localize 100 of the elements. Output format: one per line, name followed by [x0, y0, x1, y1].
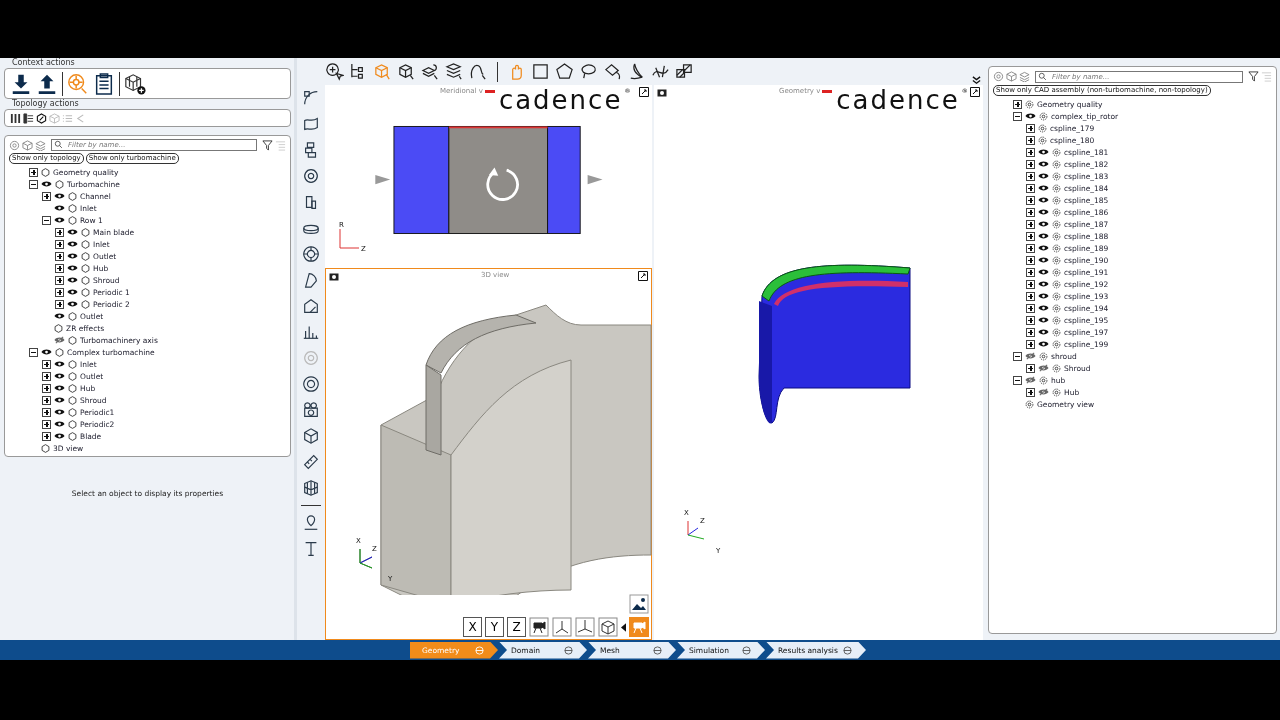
expand-toggle[interactable]	[42, 191, 51, 201]
expand-toggle[interactable]	[1013, 111, 1022, 121]
curve-icon[interactable]	[302, 89, 320, 107]
eye-icon[interactable]	[1038, 280, 1049, 288]
surface-icon[interactable]	[302, 115, 320, 133]
layers-cursor-icon[interactable]	[445, 62, 464, 81]
eye-icon[interactable]	[1038, 316, 1049, 324]
maximize-icon[interactable]	[970, 87, 980, 97]
expand-toggle[interactable]	[1026, 387, 1035, 397]
expand-toggle[interactable]	[55, 299, 64, 309]
expand-toggle[interactable]	[29, 167, 38, 177]
cube-icon[interactable]	[598, 617, 618, 637]
axis-view-button[interactable]: Y	[485, 617, 504, 637]
pentagon-select-icon[interactable]	[555, 62, 574, 81]
expand-toggle[interactable]	[42, 395, 51, 405]
expand-toggle[interactable]	[1026, 315, 1035, 325]
double-chevron-icon[interactable]	[972, 76, 981, 85]
expand-toggle[interactable]	[55, 263, 64, 273]
upload-icon[interactable]	[36, 72, 58, 95]
movie-camera-icon[interactable]	[529, 617, 549, 637]
expand-toggle[interactable]	[55, 227, 64, 237]
eye-icon[interactable]	[1038, 304, 1049, 312]
eye-icon[interactable]	[1038, 328, 1049, 336]
expand-toggle[interactable]	[1026, 207, 1035, 217]
expand-toggle[interactable]	[29, 179, 38, 189]
eye-icon[interactable]	[67, 228, 78, 236]
expand-toggle[interactable]	[1026, 279, 1035, 289]
eye-icon[interactable]	[54, 432, 65, 440]
expand-toggle[interactable]	[42, 371, 51, 381]
expand-toggle[interactable]	[1026, 147, 1035, 157]
eye-icon[interactable]	[67, 240, 78, 248]
ruler-icon[interactable]	[302, 453, 320, 471]
target-icon[interactable]	[302, 167, 320, 185]
expand-toggle[interactable]	[55, 287, 64, 297]
expand-toggle[interactable]	[1026, 327, 1035, 337]
expand-toggle[interactable]	[42, 407, 51, 417]
eye-icon[interactable]	[1038, 292, 1049, 300]
eye-icon[interactable]	[54, 204, 65, 212]
triad-icon[interactable]	[552, 617, 572, 637]
impeller-icon[interactable]	[302, 245, 320, 263]
eye-icon[interactable]	[1038, 160, 1049, 168]
expand-toggle[interactable]	[42, 419, 51, 429]
layers-icon[interactable]	[35, 139, 46, 151]
expand-toggle[interactable]	[42, 359, 51, 369]
expand-toggle[interactable]	[1026, 303, 1035, 313]
eye-icon[interactable]	[54, 384, 65, 392]
expand-toggle[interactable]	[42, 215, 51, 225]
axis-view-button[interactable]: X	[463, 617, 482, 637]
eye-icon[interactable]	[54, 216, 65, 224]
eye-icon[interactable]	[1038, 268, 1049, 276]
rectangle-select-icon[interactable]	[531, 62, 550, 81]
eye-icon[interactable]	[1038, 232, 1049, 240]
triad-icon[interactable]	[575, 617, 595, 637]
blade-icon[interactable]	[302, 271, 320, 289]
eye-crossed-icon[interactable]	[54, 336, 65, 344]
lasso-select-icon[interactable]	[579, 62, 598, 81]
eye-icon[interactable]	[67, 300, 78, 308]
cube-cursor-icon[interactable]	[397, 62, 416, 81]
branch-list-icon[interactable]	[23, 112, 34, 124]
expand-toggle[interactable]	[55, 251, 64, 261]
eye-icon[interactable]	[67, 252, 78, 260]
paint-bucket-icon[interactable]	[603, 62, 622, 81]
wheel-cursor-icon[interactable]	[325, 62, 344, 81]
expand-toggle[interactable]	[1026, 339, 1035, 349]
camera-icon[interactable]	[302, 401, 320, 419]
cube-outline-icon[interactable]	[1006, 71, 1017, 82]
eye-icon[interactable]	[54, 408, 65, 416]
expand-toggle[interactable]	[42, 431, 51, 441]
gear-outline-icon[interactable]	[9, 139, 20, 151]
cube-icon[interactable]	[302, 427, 320, 445]
gear-icon[interactable]	[302, 375, 320, 393]
expand-toggle[interactable]	[1026, 363, 1035, 373]
camera-icon[interactable]	[329, 271, 339, 281]
eye-icon[interactable]	[54, 312, 65, 320]
columns-icon[interactable]	[10, 112, 21, 124]
eye-icon[interactable]	[1038, 148, 1049, 156]
expand-toggle[interactable]	[1026, 123, 1035, 133]
eye-crossed-icon[interactable]	[1038, 388, 1049, 396]
filter-icon[interactable]	[262, 139, 273, 151]
expand-toggle[interactable]	[42, 383, 51, 393]
eye-icon[interactable]	[54, 372, 65, 380]
expand-toggle[interactable]	[55, 275, 64, 285]
expand-toggle[interactable]	[1026, 135, 1035, 145]
cube-add-icon[interactable]	[124, 72, 146, 95]
image-icon[interactable]	[629, 594, 649, 614]
maximize-icon[interactable]	[638, 271, 648, 281]
maximize-icon[interactable]	[639, 87, 649, 97]
hexagon-link-icon[interactable]	[36, 112, 47, 124]
eye-icon[interactable]	[1025, 112, 1036, 120]
expand-toggle[interactable]	[1026, 219, 1035, 229]
expand-toggle[interactable]	[1026, 243, 1035, 253]
expand-toggle[interactable]	[1026, 255, 1035, 265]
eye-crossed-icon[interactable]	[1038, 364, 1049, 372]
eye-icon[interactable]	[67, 276, 78, 284]
grid-cube-icon[interactable]	[302, 479, 320, 497]
camera-icon[interactable]	[657, 87, 667, 97]
cube-outline-icon[interactable]	[22, 139, 33, 151]
eye-icon[interactable]	[67, 288, 78, 296]
expand-toggle[interactable]	[55, 239, 64, 249]
layers-cursor-icon[interactable]	[421, 62, 440, 81]
